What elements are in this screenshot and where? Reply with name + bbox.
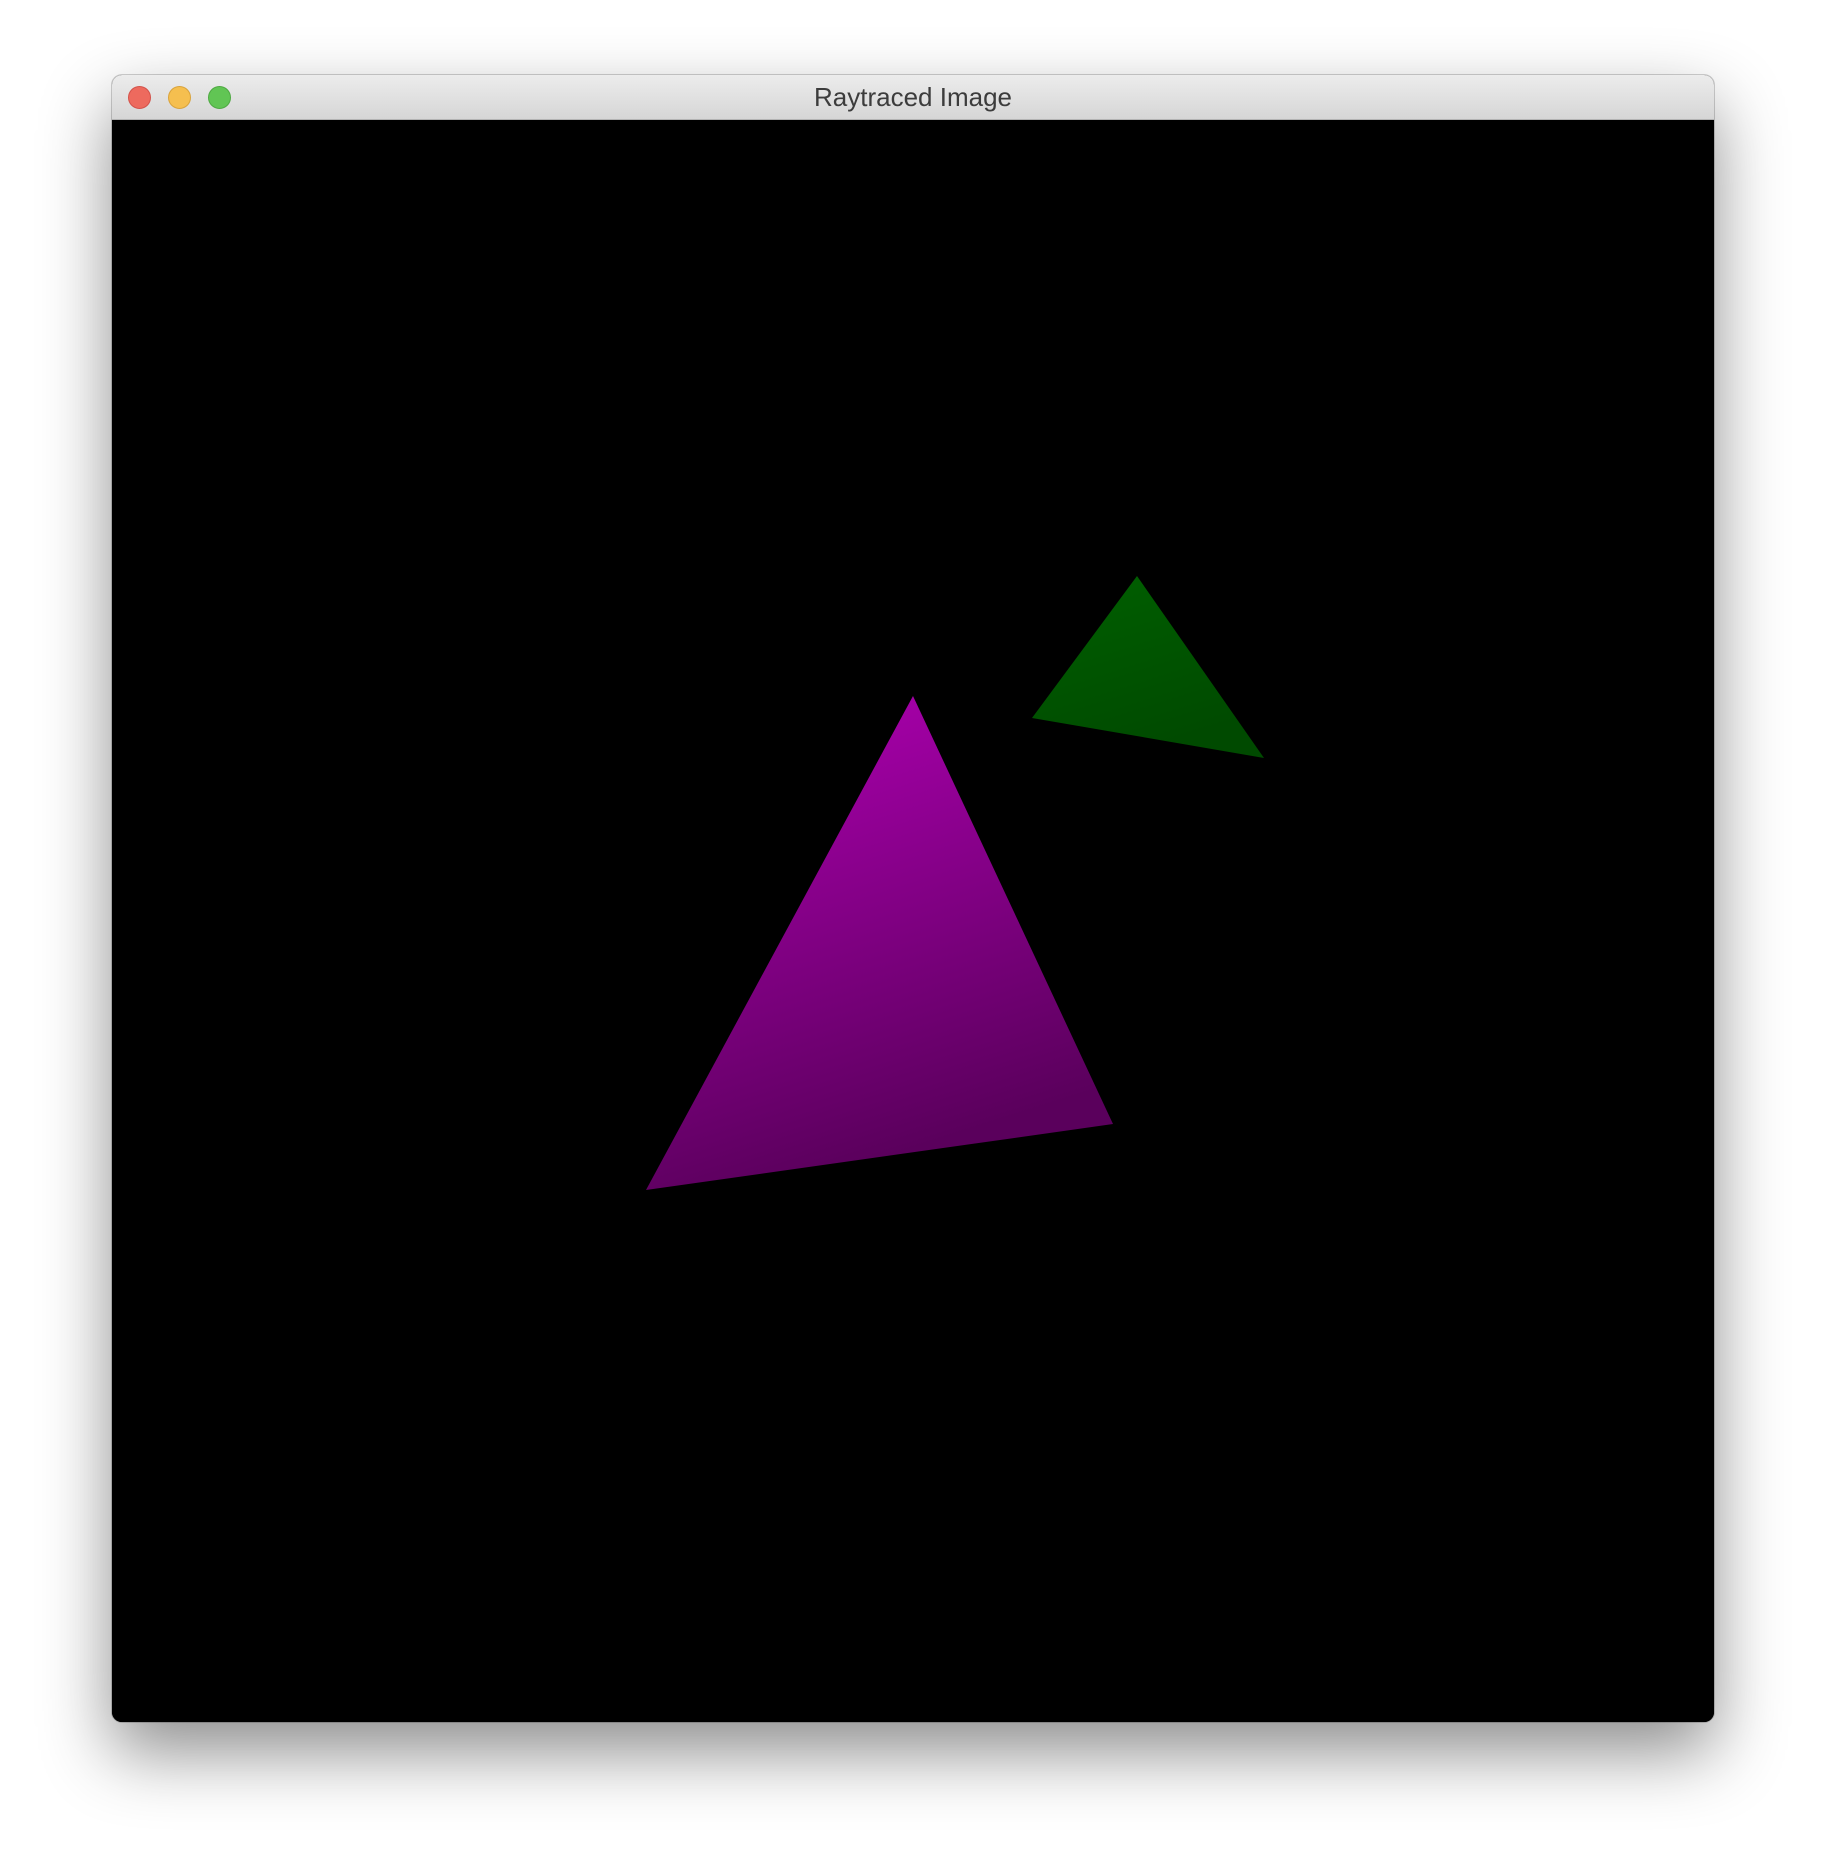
render-surface xyxy=(112,120,1714,1722)
window-title: Raytraced Image xyxy=(814,82,1012,112)
raytraced-image-canvas xyxy=(112,120,1714,1722)
app-window: Raytraced Image xyxy=(112,75,1714,1722)
title-bar[interactable]: Raytraced Image xyxy=(112,75,1714,120)
